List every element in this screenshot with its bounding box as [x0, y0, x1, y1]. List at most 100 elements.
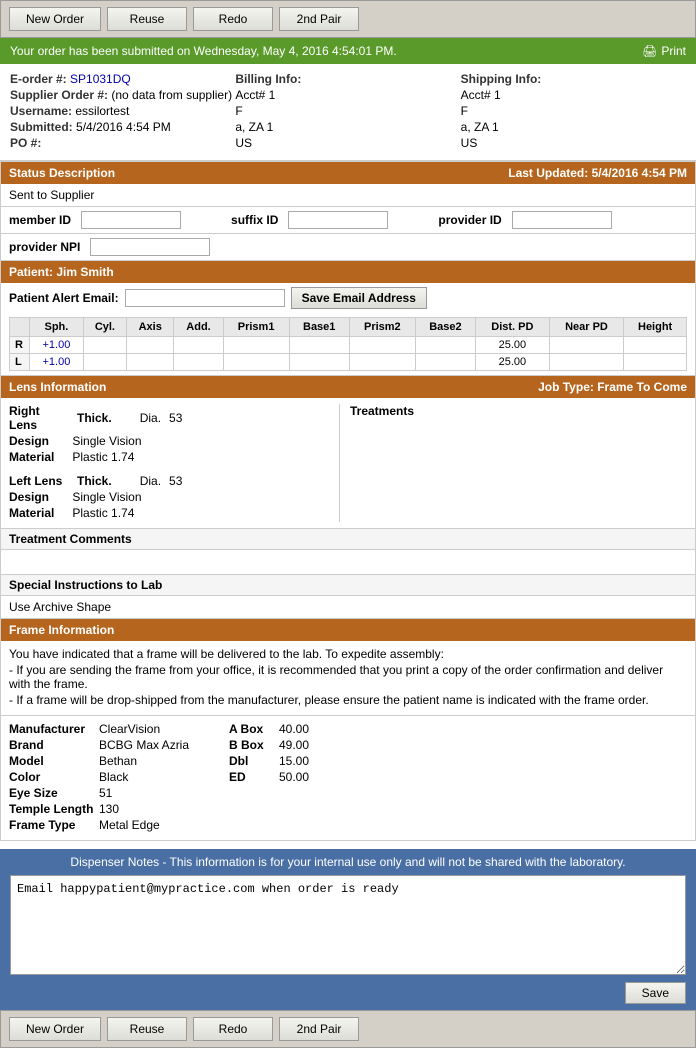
left-lens-row: Left Lens Thick. Dia. 53	[9, 474, 339, 488]
frame-notice-1: You have indicated that a frame will be …	[9, 647, 687, 661]
patient-section: Patient: Jim Smith Patient Alert Email: …	[0, 261, 696, 376]
billing-f: F	[235, 104, 242, 118]
frame-section: Frame Information You have indicated tha…	[0, 619, 696, 841]
treatment-comments-section: Treatment Comments	[0, 529, 696, 575]
frame-dbl-value: 15.00	[279, 754, 339, 768]
save-email-button[interactable]: Save Email Address	[291, 287, 427, 309]
left-material-label: Material	[9, 506, 69, 520]
rx-row-r-sph: +1.00	[30, 337, 84, 354]
frame-ed-label: ED	[229, 770, 279, 784]
frame-b-box-label: B Box	[229, 738, 279, 752]
bottom-redo-button[interactable]: Redo	[193, 1017, 273, 1041]
provider-npi-input[interactable]	[90, 238, 210, 256]
rx-table: Sph. Cyl. Axis Add. Prism1 Base1 Prism2 …	[9, 317, 687, 371]
frame-eye-size-value: 51	[99, 786, 229, 800]
frame-ed-value: 50.00	[279, 770, 339, 784]
frame-right-panel	[439, 722, 687, 834]
frame-dbl-row: Dbl 15.00	[229, 754, 439, 768]
right-material-label: Material	[9, 450, 69, 464]
right-design-row: Design Single Vision	[9, 434, 339, 448]
member-suffix-provider-row: member ID suffix ID provider ID	[0, 207, 696, 234]
reuse-button[interactable]: Reuse	[107, 7, 187, 31]
rx-header-axis: Axis	[127, 318, 174, 337]
left-design-row: Design Single Vision	[9, 490, 339, 504]
frame-header-label: Frame Information	[9, 623, 114, 637]
rx-row-r-add	[174, 337, 223, 354]
rx-row-r-near-pd	[549, 337, 624, 354]
lens-right-panel: Treatments	[339, 404, 687, 522]
suffix-id-input[interactable]	[288, 211, 388, 229]
bottom-toolbar: New Order Reuse Redo 2nd Pair	[0, 1010, 696, 1048]
rx-row-r-prism2	[349, 337, 415, 354]
right-thick-label: Thick.	[77, 411, 112, 425]
eorder-value: SP1031DQ	[70, 72, 131, 86]
rx-table-container: Sph. Cyl. Axis Add. Prism1 Base1 Prism2 …	[1, 313, 695, 375]
left-dia-value: 53	[169, 474, 182, 488]
provider-npi-row: provider NPI	[0, 234, 696, 261]
rx-row-r-axis	[127, 337, 174, 354]
frame-b-box-row: B Box 49.00	[229, 738, 439, 752]
member-id-input[interactable]	[81, 211, 181, 229]
frame-eye-size-row: Eye Size 51	[9, 786, 229, 800]
rx-row-r-height	[624, 337, 687, 354]
rx-row-l-label: L	[10, 354, 30, 371]
shipping-addr: a, ZA 1	[461, 120, 499, 134]
frame-temple-length-label: Temple Length	[9, 802, 99, 816]
provider-id-input[interactable]	[512, 211, 612, 229]
bottom-second-pair-button[interactable]: 2nd Pair	[279, 1017, 359, 1041]
treatment-comments-label: Treatment Comments	[1, 529, 695, 550]
rx-row-r-base1	[289, 337, 349, 354]
treatment-comments-value	[1, 550, 695, 574]
lens-grid: Right Lens Thick. Dia. 53 Design Single …	[1, 398, 695, 528]
right-lens-row: Right Lens Thick. Dia. 53	[9, 404, 339, 432]
left-lens-label: Left Lens	[9, 474, 69, 488]
dispenser-save-button[interactable]: Save	[625, 982, 686, 1004]
frame-left-panel: Manufacturer ClearVision Brand BCBG Max …	[9, 722, 229, 834]
bottom-reuse-button[interactable]: Reuse	[107, 1017, 187, 1041]
rx-header-height: Height	[624, 318, 687, 337]
frame-temple-length-value: 130	[99, 802, 229, 816]
frame-eye-size-label: Eye Size	[9, 786, 99, 800]
status-value: Sent to Supplier	[1, 184, 695, 206]
left-design-label: Design	[9, 490, 69, 504]
supplier-order-value: (no data from supplier)	[111, 88, 232, 102]
billing-acct: Acct# 1	[235, 88, 275, 102]
status-header-label: Status Description	[9, 166, 115, 180]
billing-country: US	[235, 136, 252, 150]
dispenser-notes-textarea[interactable]	[10, 875, 686, 975]
rx-row-l-cyl	[83, 354, 126, 371]
right-design-value: Single Vision	[72, 434, 141, 448]
frame-brand-label: Brand	[9, 738, 99, 752]
right-design-label: Design	[9, 434, 69, 448]
rx-header-base1: Base1	[289, 318, 349, 337]
left-material-value: Plastic 1.74	[72, 506, 134, 520]
rx-row-l-axis	[127, 354, 174, 371]
last-updated-value: 5/4/2016 4:54 PM	[592, 166, 687, 180]
supplier-order-label: Supplier Order #:	[10, 88, 108, 102]
print-button[interactable]: 🖨 Print	[642, 44, 686, 58]
frame-b-box-value: 49.00	[279, 738, 339, 752]
right-dia-label: Dia.	[140, 411, 161, 425]
right-lens-label: Right Lens	[9, 404, 69, 432]
frame-model-row: Model Bethan	[9, 754, 229, 768]
billing-label: Billing Info:	[235, 72, 301, 86]
left-dia-label: Dia.	[140, 474, 161, 488]
rx-row-l: L +1.00 25.00	[10, 354, 687, 371]
dispenser-notes-title: Dispenser Notes - This information is fo…	[10, 855, 686, 869]
rx-row-r-base2	[415, 337, 475, 354]
rx-row-r-cyl	[83, 337, 126, 354]
second-pair-button[interactable]: 2nd Pair	[279, 7, 359, 31]
lens-job-type: Job Type: Frame To Come	[538, 380, 687, 394]
frame-model-label: Model	[9, 754, 99, 768]
frame-type-row: Frame Type Metal Edge	[9, 818, 229, 832]
patient-email-input[interactable]	[125, 289, 285, 307]
lens-job-type-label: Job Type:	[538, 380, 594, 394]
new-order-button[interactable]: New Order	[9, 7, 101, 31]
rx-row-l-prism1	[223, 354, 289, 371]
printer-icon: 🖨	[642, 44, 657, 58]
order-info-center: Billing Info: Acct# 1 F a, ZA 1 US	[235, 72, 460, 152]
bottom-new-order-button[interactable]: New Order	[9, 1017, 101, 1041]
last-updated-label: Last Updated:	[508, 166, 588, 180]
main-content: Your order has been submitted on Wednesd…	[0, 38, 696, 1010]
redo-button[interactable]: Redo	[193, 7, 273, 31]
